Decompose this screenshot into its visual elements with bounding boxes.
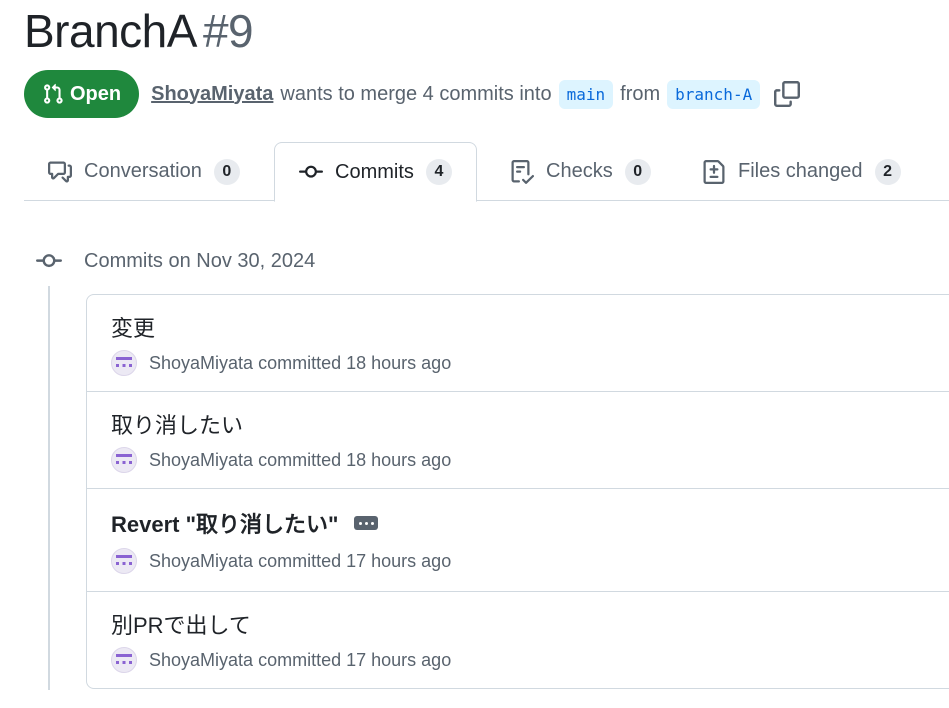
commit-author-link[interactable]: ShoyaMiyata bbox=[149, 650, 253, 671]
base-branch[interactable]: main bbox=[558, 79, 614, 109]
commit-byline: ShoyaMiyata committed 17 hours ago bbox=[111, 647, 451, 673]
tab-conversation-count: 0 bbox=[213, 158, 240, 185]
commit-item: 変更 ShoyaMiyata committed 18 hours ago bbox=[87, 295, 949, 392]
tab-commits-label: Commits bbox=[335, 160, 414, 183]
commit-author-link[interactable]: ShoyaMiyata bbox=[149, 551, 253, 572]
git-pull-request-icon bbox=[44, 83, 63, 104]
identicon-icon bbox=[116, 454, 132, 464]
tab-checks-count: 0 bbox=[624, 158, 651, 185]
commit-byline: ShoyaMiyata committed 17 hours ago bbox=[111, 548, 451, 574]
commit-action: committed bbox=[258, 550, 342, 571]
commit-byline: ShoyaMiyata committed 18 hours ago bbox=[111, 447, 451, 473]
copy-branch-button[interactable] bbox=[774, 81, 801, 107]
tab-commits-count: 4 bbox=[425, 159, 452, 185]
commit-message-row: Revert "取り消したい" bbox=[111, 507, 379, 539]
commit-time: 18 hours ago bbox=[346, 352, 452, 373]
commit-action: committed bbox=[258, 449, 342, 470]
commits-date-label: Commits on Nov 30, 2024 bbox=[84, 249, 316, 272]
avatar[interactable] bbox=[111, 447, 137, 473]
commit-message-link[interactable]: Revert "取り消したい" bbox=[111, 507, 338, 539]
file-diff-icon bbox=[703, 159, 725, 184]
tab-checks[interactable]: Checks 0 bbox=[510, 142, 651, 201]
state-badge: Open bbox=[24, 70, 140, 118]
commit-list: 変更 ShoyaMiyata committed 18 hours ago 取り… bbox=[86, 294, 949, 689]
commit-author-link[interactable]: ShoyaMiyata bbox=[149, 450, 253, 471]
avatar[interactable] bbox=[111, 548, 137, 574]
head-branch[interactable]: branch-A bbox=[667, 79, 761, 109]
commit-time: 18 hours ago bbox=[346, 449, 452, 470]
pr-title: BranchA #9 bbox=[24, 4, 254, 58]
avatar[interactable] bbox=[111, 647, 137, 673]
identicon-icon bbox=[116, 654, 132, 664]
pr-number: #9 bbox=[202, 5, 254, 57]
commit-message-link[interactable]: 別PRで出して bbox=[111, 608, 251, 640]
git-commit-icon bbox=[299, 165, 323, 178]
tab-conversation[interactable]: Conversation 0 bbox=[48, 142, 240, 201]
commit-item: 取り消したい ShoyaMiyata committed 18 hours ag… bbox=[87, 392, 949, 489]
commit-time: 17 hours ago bbox=[346, 550, 452, 571]
commit-item: 別PRで出して ShoyaMiyata committed 17 hours a… bbox=[87, 592, 949, 688]
pr-title-text: BranchA bbox=[24, 5, 197, 57]
tab-conversation-label: Conversation bbox=[84, 160, 202, 182]
commit-message-link[interactable]: 取り消したい bbox=[111, 408, 243, 440]
tab-files-changed[interactable]: Files changed 2 bbox=[702, 142, 901, 201]
identicon-icon bbox=[116, 555, 132, 565]
expand-message-button[interactable] bbox=[354, 516, 379, 530]
timeline-line bbox=[48, 286, 50, 690]
commit-item: Revert "取り消したい" ShoyaMiyata committed 17… bbox=[87, 489, 949, 592]
commit-message-link[interactable]: 変更 bbox=[111, 311, 155, 343]
commit-action: committed bbox=[258, 352, 342, 373]
tab-commits[interactable]: Commits 4 bbox=[274, 142, 477, 202]
commits-date-header: Commits on Nov 30, 2024 bbox=[36, 247, 315, 275]
identicon-icon bbox=[116, 357, 132, 367]
comment-discussion-icon bbox=[48, 161, 72, 182]
merge-text: wants to merge 4 commits into bbox=[280, 82, 552, 105]
pr-tabs: Conversation 0 Commits 4 Checks 0 Files … bbox=[24, 142, 949, 202]
author-link[interactable]: ShoyaMiyata bbox=[151, 83, 273, 106]
tab-files-changed-label: Files changed bbox=[738, 160, 863, 182]
pr-meta: Open ShoyaMiyata wants to merge 4 commit… bbox=[24, 70, 801, 118]
from-text: from bbox=[620, 82, 661, 105]
checklist-icon bbox=[511, 159, 534, 184]
tab-checks-label: Checks bbox=[546, 160, 613, 182]
avatar[interactable] bbox=[111, 350, 137, 376]
state-label: Open bbox=[70, 82, 122, 105]
copy-icon bbox=[774, 81, 801, 107]
commit-byline: ShoyaMiyata committed 18 hours ago bbox=[111, 350, 451, 376]
tab-files-changed-count: 2 bbox=[874, 158, 901, 185]
commit-time: 17 hours ago bbox=[346, 649, 452, 670]
commit-action: committed bbox=[258, 649, 342, 670]
git-commit-icon bbox=[36, 254, 62, 268]
commit-author-link[interactable]: ShoyaMiyata bbox=[149, 353, 253, 374]
